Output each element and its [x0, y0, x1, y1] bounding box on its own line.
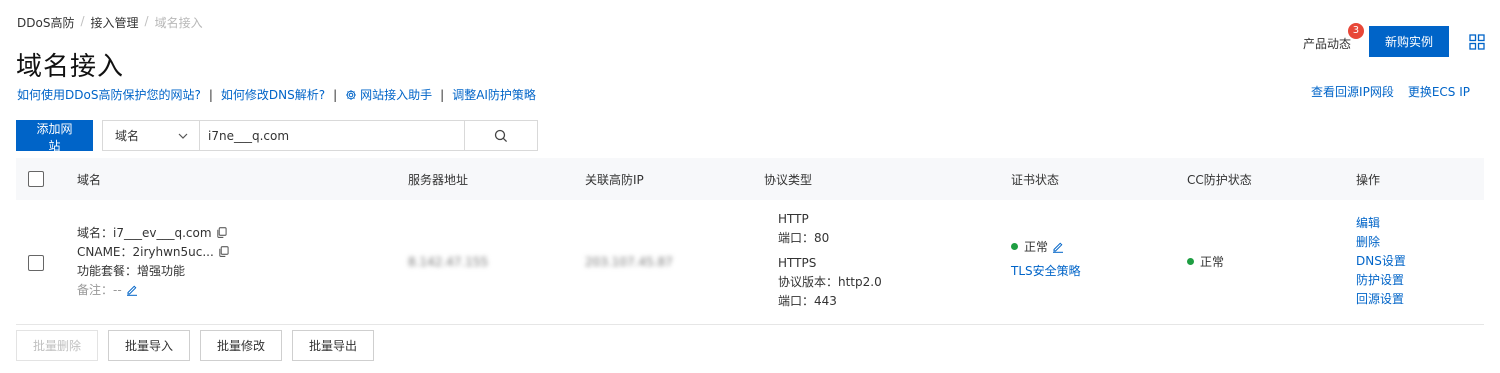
- help-link-dns[interactable]: 如何修改DNS解析?: [221, 86, 325, 103]
- protocol-https-port: 端口：443: [778, 294, 837, 308]
- page-title: 域名接入: [16, 52, 125, 82]
- status-dot: [1011, 243, 1018, 250]
- header-domain: 域名: [77, 172, 102, 187]
- cert-status-text: 正常: [1024, 240, 1049, 254]
- batch-export-button[interactable]: 批量导出: [292, 330, 375, 361]
- help-link-usage[interactable]: 如何使用DDoS高防保护您的网站?: [17, 86, 201, 103]
- help-link-assistant[interactable]: 网站接入助手: [345, 86, 432, 103]
- delete-action[interactable]: 删除: [1356, 235, 1380, 249]
- search-button[interactable]: [465, 120, 538, 151]
- add-site-button[interactable]: 添加网站: [16, 120, 93, 153]
- chevron-down-icon: [178, 133, 188, 139]
- top-right-actions: 产品动态 3 新购实例: [1302, 23, 1485, 57]
- note-value: --: [113, 283, 122, 297]
- origin-settings-action[interactable]: 回源设置: [1356, 292, 1404, 306]
- note-line: 备注：--: [77, 281, 229, 300]
- status-dot: [1187, 258, 1194, 265]
- header-protocol: 协议类型: [764, 172, 813, 187]
- domain-line: 域名：i7___ev___q.com: [77, 224, 229, 243]
- cname-text: CNAME：2iryhwn5uc...: [77, 245, 214, 259]
- header-actions: 操作: [1356, 172, 1381, 187]
- cert-status: 正常: [1011, 238, 1081, 257]
- breadcrumb-separator: /: [80, 14, 85, 28]
- protocol-https: HTTPS: [778, 256, 817, 270]
- domain-table: 域名 服务器地址 关联高防IP 协议类型 证书状态 CC防护状态 操作 域名：i…: [16, 158, 1484, 325]
- protocol-http-port: 端口：80: [778, 231, 830, 245]
- batch-import-button[interactable]: 批量导入: [108, 330, 191, 361]
- row-checkbox[interactable]: [28, 255, 44, 271]
- divider: |: [333, 87, 338, 102]
- package-line: 功能套餐：增强功能: [77, 264, 186, 278]
- batch-delete-button[interactable]: 批量删除: [16, 330, 99, 361]
- breadcrumb: DDoS高防 / 接入管理 / 域名接入: [17, 14, 203, 31]
- filter-select[interactable]: 域名: [102, 120, 199, 151]
- copy-icon[interactable]: [216, 227, 227, 238]
- help-link-ai-policy[interactable]: 调整AI防护策略: [452, 86, 536, 103]
- cert-cell: 正常 TLS安全策略: [1011, 238, 1081, 281]
- protocol-http: HTTP: [778, 212, 809, 226]
- cc-status: 正常: [1187, 253, 1224, 272]
- divider: |: [208, 87, 213, 102]
- grid-icon[interactable]: [1469, 33, 1485, 50]
- product-news-label: 产品动态: [1302, 37, 1351, 51]
- breadcrumb-current: 域名接入: [154, 16, 203, 30]
- divider: |: [440, 87, 445, 102]
- help-links: 如何使用DDoS高防保护您的网站? | 如何修改DNS解析? | 网站接入助手 …: [17, 86, 536, 103]
- note-label: 备注：: [77, 283, 114, 297]
- domain-text: 域名：i7___ev___q.com: [77, 226, 212, 240]
- header-cc-status: CC防护状态: [1187, 172, 1252, 187]
- table-row: 域名：i7___ev___q.com CNAME：2iryhwn5uc... 功…: [16, 200, 1484, 325]
- breadcrumb-access-management[interactable]: 接入管理: [91, 14, 139, 31]
- edit-icon[interactable]: [126, 284, 138, 296]
- select-all-checkbox[interactable]: [28, 171, 44, 187]
- protocol-cell: HTTP 端口：80 HTTPS 协议版本：http2.0 端口：443: [778, 210, 882, 311]
- header-defense-ip: 关联高防IP: [585, 172, 644, 187]
- right-links: 查看回源IP网段 更换ECS IP: [1311, 83, 1470, 100]
- product-news-link[interactable]: 产品动态 3: [1302, 23, 1364, 52]
- toolbar: 添加网站 域名: [16, 120, 538, 153]
- protection-settings-action[interactable]: 防护设置: [1356, 273, 1404, 287]
- batch-modify-button[interactable]: 批量修改: [200, 330, 283, 361]
- server-address: 8.142.47.155: [408, 255, 489, 269]
- buy-instance-button[interactable]: 新购实例: [1368, 26, 1449, 57]
- search-icon: [494, 129, 508, 142]
- cc-status-text: 正常: [1200, 255, 1225, 269]
- search-input[interactable]: [199, 120, 465, 151]
- defense-ip: 203.107.45.87: [585, 255, 673, 269]
- change-ecs-ip-link[interactable]: 更换ECS IP: [1408, 83, 1470, 100]
- tls-policy-link[interactable]: TLS安全策略: [1011, 264, 1081, 278]
- cname-line: CNAME：2iryhwn5uc...: [77, 243, 229, 262]
- help-link-assistant-label: 网站接入助手: [360, 88, 433, 102]
- filter-select-value: 域名: [115, 129, 140, 143]
- domain-cell: 域名：i7___ev___q.com CNAME：2iryhwn5uc... 功…: [77, 224, 229, 300]
- table-header: 域名 服务器地址 关联高防IP 协议类型 证书状态 CC防护状态 操作: [16, 158, 1484, 200]
- breadcrumb-separator: /: [144, 14, 149, 28]
- actions-cell: 编辑 删除 DNS设置 防护设置 回源设置: [1356, 214, 1406, 309]
- news-count-badge: 3: [1347, 23, 1364, 39]
- batch-actions: 批量删除 批量导入 批量修改 批量导出: [16, 330, 375, 361]
- gear-icon: [346, 90, 356, 100]
- origin-ip-link[interactable]: 查看回源IP网段: [1311, 83, 1394, 100]
- breadcrumb-ddos[interactable]: DDoS高防: [17, 14, 74, 31]
- dns-settings-action[interactable]: DNS设置: [1356, 254, 1406, 268]
- header-server: 服务器地址: [408, 172, 469, 187]
- edit-action[interactable]: 编辑: [1356, 216, 1380, 230]
- header-cert-status: 证书状态: [1011, 172, 1060, 187]
- edit-icon[interactable]: [1052, 241, 1064, 253]
- copy-icon[interactable]: [218, 246, 229, 257]
- protocol-https-version: 协议版本：http2.0: [778, 275, 882, 289]
